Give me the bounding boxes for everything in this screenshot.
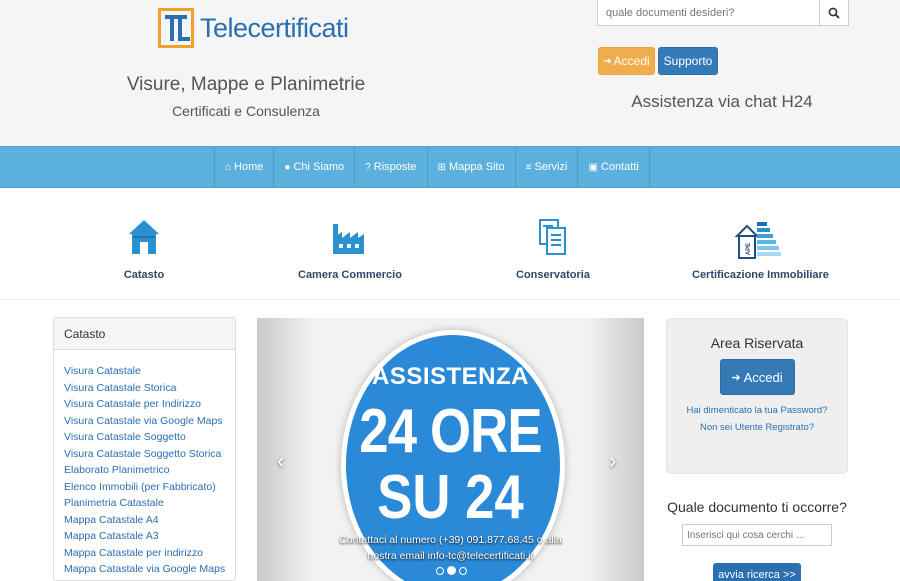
factory-icon xyxy=(333,224,364,254)
category-conservatoria[interactable]: Conservatoria xyxy=(513,218,593,281)
document-search-input[interactable] xyxy=(682,524,832,546)
nav-label: Servizi xyxy=(534,161,568,173)
list-icon: ≡ xyxy=(525,161,532,173)
tagline-main: Visure, Mappe e Planimetrie xyxy=(126,74,366,95)
nav-item-chi-siamo[interactable]: ● Chi Siamo xyxy=(274,147,356,187)
panel-title: Catasto xyxy=(54,318,235,350)
login-button[interactable]: ➔ Accedi xyxy=(598,47,655,75)
forgot-password-link[interactable]: Hai dimenticato la tua Password? xyxy=(667,405,847,416)
tagline-sub: Certificati e Consulenza xyxy=(172,103,320,119)
reserved-area-title: Area Riservata xyxy=(710,335,804,351)
carousel-caption: Contattaci al numero (+39) 091.877.68.45… xyxy=(257,532,644,564)
carousel-dot[interactable] xyxy=(459,567,467,575)
logo-text: Telecertificati xyxy=(200,12,349,43)
sign-in-icon: ➔ xyxy=(731,371,741,384)
nav-item-servizi[interactable]: ≡ Servizi xyxy=(516,147,579,187)
sidebar-link[interactable]: Mappa Catastale via Google Maps xyxy=(64,561,225,578)
category-catasto[interactable]: Catasto xyxy=(114,218,174,281)
briefcase-icon: ▣ xyxy=(588,161,598,173)
promo-carousel: ASSISTENZA 24 ORE SU 24 Contattaci al nu… xyxy=(257,318,644,581)
chat-assistance-text: Assistenza via chat H24 xyxy=(631,92,813,111)
house-icon xyxy=(129,220,159,254)
ape-building-icon: APE xyxy=(734,222,781,259)
search-input[interactable] xyxy=(597,0,820,26)
nav-menu: ⌂ Home ● Chi Siamo ? Risposte ⊞ Mappa Si… xyxy=(214,147,650,187)
sidebar-link[interactable]: Planimetria Catastale xyxy=(64,495,225,512)
support-button[interactable]: Supporto xyxy=(658,47,718,75)
nav-label: Risposte xyxy=(373,161,417,173)
panel-links: Visura Catastale Visura Catastale Storic… xyxy=(54,350,235,580)
sign-in-icon: ➔ xyxy=(603,55,612,67)
home-icon: ⌂ xyxy=(225,161,232,173)
category-camera-commercio[interactable]: Camera Commercio xyxy=(298,218,402,281)
documents-icon xyxy=(539,219,566,255)
navbar: ⌂ Home ● Chi Siamo ? Risposte ⊞ Mappa Si… xyxy=(0,146,900,188)
user-icon: ● xyxy=(284,161,291,173)
category-certificazione-immobiliare[interactable]: APE Certificazione Immobiliare xyxy=(692,220,829,281)
sidebar-link[interactable]: Visura Catastale per Indirizzo xyxy=(64,396,225,413)
nav-label: Home xyxy=(234,161,264,173)
carousel-dot-active[interactable] xyxy=(447,566,456,575)
login-label: Accedi xyxy=(613,54,650,68)
area-login-button[interactable]: ➔ Accedi xyxy=(719,359,795,395)
search-icon xyxy=(828,7,840,19)
nav-label: Mappa Sito xyxy=(448,161,505,173)
question-icon: ? xyxy=(365,161,371,173)
sidebar-link[interactable]: Elenco Immobili (per Fabbricato) xyxy=(64,479,225,496)
nav-item-mappa-sito[interactable]: ⊞ Mappa Sito xyxy=(428,147,516,187)
badge-title: ASSISTENZA xyxy=(371,363,529,390)
sidebar-link[interactable]: Visura Catastale Soggetto xyxy=(64,429,225,446)
area-login-label: Accedi xyxy=(743,369,783,385)
category-label: Conservatoria xyxy=(516,269,590,281)
sidebar-link[interactable]: Visura Catastale via Google Maps xyxy=(64,413,225,430)
badge-days: SU 24 xyxy=(377,463,524,532)
nav-label: Chi Siamo xyxy=(293,161,345,173)
header: Telecertificati Visure, Mappe e Planimet… xyxy=(0,0,900,146)
reserved-area: Area Riservata ➔ Accedi Hai dimenticato … xyxy=(666,318,848,474)
nav-item-risposte[interactable]: ? Risposte xyxy=(355,147,428,187)
sidebar-link[interactable]: Visura Catastale Soggetto Storica xyxy=(64,446,225,463)
sidebar-link[interactable]: Visura Catastale xyxy=(64,363,225,380)
badge-hours: 24 ORE xyxy=(359,397,542,466)
caption-line-1: Contattaci al numero (+39) 091.877.68.45… xyxy=(339,534,562,546)
nav-label: Contatti xyxy=(600,161,639,173)
start-search-button[interactable]: avvia ricerca >> xyxy=(713,563,801,581)
category-label: Camera Commercio xyxy=(298,269,402,281)
chevron-right-icon[interactable]: › xyxy=(609,448,616,474)
search-button[interactable] xyxy=(820,0,849,26)
sitemap-icon: ⊞ xyxy=(437,161,446,173)
sidebar-link[interactable]: Visura Catastale Storica xyxy=(64,380,225,397)
nav-item-home[interactable]: ⌂ Home xyxy=(215,147,275,187)
sidebar-link[interactable]: Elaborato Planimetrico xyxy=(64,462,225,479)
category-label: Catasto xyxy=(123,269,165,281)
carousel-dot[interactable] xyxy=(436,567,444,575)
support-label: Supporto xyxy=(663,54,713,68)
search-bar xyxy=(597,0,849,26)
caption-line-2: nostra email info-tc@telecertificati.it xyxy=(367,550,534,562)
nav-item-contatti[interactable]: ▣ Contatti xyxy=(578,147,650,187)
sidebar-link[interactable]: Mappa Catastale per indirizzo xyxy=(64,545,225,562)
sidebar-link[interactable]: Mappa Catastale A4 xyxy=(64,512,225,529)
sidebar-link[interactable]: Mappa Catastale A3 xyxy=(64,528,225,545)
logo[interactable]: Telecertificati xyxy=(158,8,349,48)
document-query-title: Quale documento ti occorre? xyxy=(667,499,847,515)
category-label: Certificazione Immobiliare xyxy=(692,269,829,281)
register-link[interactable]: Non sei Utente Registrato? xyxy=(667,422,847,433)
logo-mark-icon xyxy=(158,8,194,48)
svg-text:APE: APE xyxy=(746,243,752,255)
category-bar: Catasto Camera Commercio Conservatoria A… xyxy=(0,188,900,300)
chevron-left-icon[interactable]: ‹ xyxy=(277,448,284,474)
carousel-indicators xyxy=(436,566,467,575)
catasto-panel: Catasto Visura Catastale Visura Catastal… xyxy=(53,317,236,581)
